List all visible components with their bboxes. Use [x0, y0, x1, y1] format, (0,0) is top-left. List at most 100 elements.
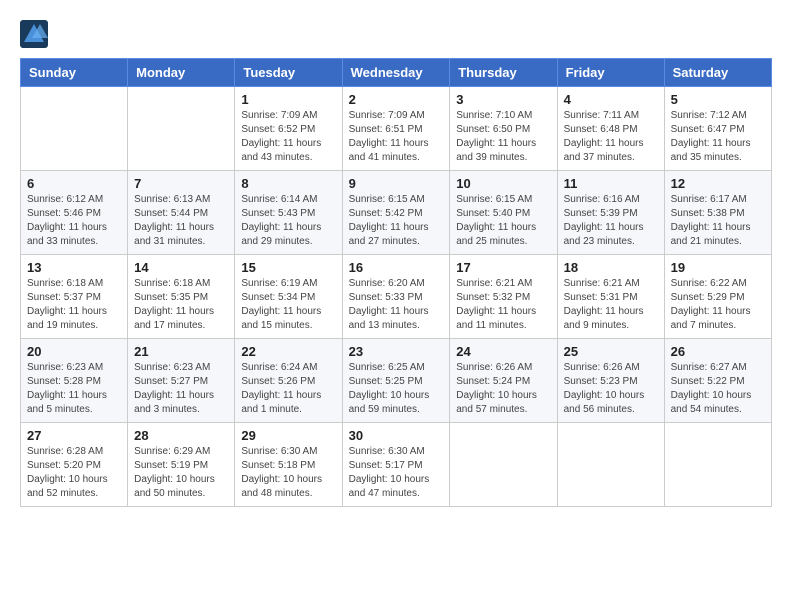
- day-number: 7: [134, 176, 228, 191]
- day-cell: 6Sunrise: 6:12 AM Sunset: 5:46 PM Daylig…: [21, 171, 128, 255]
- day-number: 12: [671, 176, 765, 191]
- day-cell: 8Sunrise: 6:14 AM Sunset: 5:43 PM Daylig…: [235, 171, 342, 255]
- day-number: 20: [27, 344, 121, 359]
- day-cell: 20 Sunrise: 6:23 AM Sunset: 5:28 PM Dayli…: [21, 339, 128, 423]
- day-number: 15: [241, 260, 335, 275]
- day-cell: 26 Sunrise: 6:27 AM Sunset: 5:22 PM Dayli…: [664, 339, 771, 423]
- logo: [20, 20, 52, 48]
- day-number: 1: [241, 92, 335, 107]
- calendar-week-row: 20 Sunrise: 6:23 AM Sunset: 5:28 PM Dayli…: [21, 339, 772, 423]
- day-cell: 18 Sunrise: 6:21 AM Sunset: 5:31 PM Dayli…: [557, 255, 664, 339]
- day-number: 3: [456, 92, 550, 107]
- day-info: Sunrise: 7:09 AM Sunset: 6:51 PM Dayligh…: [349, 109, 444, 165]
- day-info: Sunrise: 6:26 AM Sunset: 5:23 PM Dayligh…: [564, 361, 658, 417]
- day-number: 8: [241, 176, 335, 191]
- day-info: Sunrise: 6:29 AM Sunset: 5:19 PM Dayligh…: [134, 445, 228, 501]
- day-cell: 29 Sunrise: 6:30 AM Sunset: 5:18 PM Dayli…: [235, 423, 342, 507]
- column-header-monday: Monday: [128, 59, 235, 87]
- column-header-saturday: Saturday: [664, 59, 771, 87]
- day-number: 22: [241, 344, 335, 359]
- day-number: 13: [27, 260, 121, 275]
- day-info: Sunrise: 6:19 AM Sunset: 5:34 PM Dayligh…: [241, 277, 335, 333]
- day-info: Sunrise: 6:22 AM Sunset: 5:29 PM Dayligh…: [671, 277, 765, 333]
- column-header-sunday: Sunday: [21, 59, 128, 87]
- day-number: 23: [349, 344, 444, 359]
- day-cell: 12 Sunrise: 6:17 AM Sunset: 5:38 PM Dayli…: [664, 171, 771, 255]
- calendar-table: SundayMondayTuesdayWednesdayThursdayFrid…: [20, 58, 772, 507]
- day-cell: 28Sunrise: 6:29 AM Sunset: 5:19 PM Dayli…: [128, 423, 235, 507]
- calendar-header-row: SundayMondayTuesdayWednesdayThursdayFrid…: [21, 59, 772, 87]
- day-cell: 27 Sunrise: 6:28 AM Sunset: 5:20 PM Dayli…: [21, 423, 128, 507]
- day-info: Sunrise: 6:17 AM Sunset: 5:38 PM Dayligh…: [671, 193, 765, 249]
- empty-cell: [664, 423, 771, 507]
- day-cell: 19 Sunrise: 6:22 AM Sunset: 5:29 PM Dayli…: [664, 255, 771, 339]
- day-cell: 25 Sunrise: 6:26 AM Sunset: 5:23 PM Dayli…: [557, 339, 664, 423]
- day-number: 9: [349, 176, 444, 191]
- day-info: Sunrise: 6:16 AM Sunset: 5:39 PM Dayligh…: [564, 193, 658, 249]
- day-cell: 16 Sunrise: 6:20 AM Sunset: 5:33 PM Dayli…: [342, 255, 450, 339]
- day-cell: 2 Sunrise: 7:09 AM Sunset: 6:51 PM Daylig…: [342, 87, 450, 171]
- empty-cell: [557, 423, 664, 507]
- day-info: Sunrise: 6:15 AM Sunset: 5:42 PM Dayligh…: [349, 193, 444, 249]
- logo-icon: [20, 20, 48, 48]
- day-info: Sunrise: 6:20 AM Sunset: 5:33 PM Dayligh…: [349, 277, 444, 333]
- day-cell: 9 Sunrise: 6:15 AM Sunset: 5:42 PM Daylig…: [342, 171, 450, 255]
- day-cell: 21Sunrise: 6:23 AM Sunset: 5:27 PM Dayli…: [128, 339, 235, 423]
- day-number: 17: [456, 260, 550, 275]
- empty-cell: [128, 87, 235, 171]
- column-header-tuesday: Tuesday: [235, 59, 342, 87]
- day-info: Sunrise: 6:18 AM Sunset: 5:35 PM Dayligh…: [134, 277, 228, 333]
- day-number: 24: [456, 344, 550, 359]
- day-info: Sunrise: 7:09 AM Sunset: 6:52 PM Dayligh…: [241, 109, 335, 165]
- day-info: Sunrise: 6:25 AM Sunset: 5:25 PM Dayligh…: [349, 361, 444, 417]
- day-info: Sunrise: 6:13 AM Sunset: 5:44 PM Dayligh…: [134, 193, 228, 249]
- column-header-wednesday: Wednesday: [342, 59, 450, 87]
- day-number: 25: [564, 344, 658, 359]
- day-cell: 23 Sunrise: 6:25 AM Sunset: 5:25 PM Dayli…: [342, 339, 450, 423]
- day-info: Sunrise: 6:30 AM Sunset: 5:17 PM Dayligh…: [349, 445, 444, 501]
- day-number: 6: [27, 176, 121, 191]
- day-cell: 30 Sunrise: 6:30 AM Sunset: 5:17 PM Dayli…: [342, 423, 450, 507]
- day-info: Sunrise: 6:24 AM Sunset: 5:26 PM Dayligh…: [241, 361, 335, 417]
- day-number: 26: [671, 344, 765, 359]
- day-cell: 17 Sunrise: 6:21 AM Sunset: 5:32 PM Dayli…: [450, 255, 557, 339]
- day-info: Sunrise: 6:21 AM Sunset: 5:32 PM Dayligh…: [456, 277, 550, 333]
- column-header-friday: Friday: [557, 59, 664, 87]
- day-number: 18: [564, 260, 658, 275]
- calendar-week-row: 6Sunrise: 6:12 AM Sunset: 5:46 PM Daylig…: [21, 171, 772, 255]
- day-cell: 3 Sunrise: 7:10 AM Sunset: 6:50 PM Daylig…: [450, 87, 557, 171]
- day-number: 10: [456, 176, 550, 191]
- day-cell: 7 Sunrise: 6:13 AM Sunset: 5:44 PM Daylig…: [128, 171, 235, 255]
- calendar-week-row: 1 Sunrise: 7:09 AM Sunset: 6:52 PM Daylig…: [21, 87, 772, 171]
- column-header-thursday: Thursday: [450, 59, 557, 87]
- day-cell: 22 Sunrise: 6:24 AM Sunset: 5:26 PM Dayli…: [235, 339, 342, 423]
- day-info: Sunrise: 6:23 AM Sunset: 5:28 PM Dayligh…: [27, 361, 121, 417]
- calendar-week-row: 27 Sunrise: 6:28 AM Sunset: 5:20 PM Dayli…: [21, 423, 772, 507]
- day-info: Sunrise: 6:15 AM Sunset: 5:40 PM Dayligh…: [456, 193, 550, 249]
- day-cell: 1 Sunrise: 7:09 AM Sunset: 6:52 PM Daylig…: [235, 87, 342, 171]
- day-info: Sunrise: 6:28 AM Sunset: 5:20 PM Dayligh…: [27, 445, 121, 501]
- day-number: 2: [349, 92, 444, 107]
- day-number: 30: [349, 428, 444, 443]
- day-info: Sunrise: 6:26 AM Sunset: 5:24 PM Dayligh…: [456, 361, 550, 417]
- day-number: 29: [241, 428, 335, 443]
- day-number: 4: [564, 92, 658, 107]
- day-info: Sunrise: 7:10 AM Sunset: 6:50 PM Dayligh…: [456, 109, 550, 165]
- day-info: Sunrise: 6:30 AM Sunset: 5:18 PM Dayligh…: [241, 445, 335, 501]
- day-info: Sunrise: 7:12 AM Sunset: 6:47 PM Dayligh…: [671, 109, 765, 165]
- day-info: Sunrise: 6:27 AM Sunset: 5:22 PM Dayligh…: [671, 361, 765, 417]
- day-cell: 5Sunrise: 7:12 AM Sunset: 6:47 PM Daylig…: [664, 87, 771, 171]
- empty-cell: [450, 423, 557, 507]
- day-number: 27: [27, 428, 121, 443]
- day-number: 19: [671, 260, 765, 275]
- day-cell: 11Sunrise: 6:16 AM Sunset: 5:39 PM Dayli…: [557, 171, 664, 255]
- day-cell: 24 Sunrise: 6:26 AM Sunset: 5:24 PM Dayli…: [450, 339, 557, 423]
- page-header: [20, 20, 772, 48]
- day-number: 16: [349, 260, 444, 275]
- day-number: 14: [134, 260, 228, 275]
- empty-cell: [21, 87, 128, 171]
- day-info: Sunrise: 6:21 AM Sunset: 5:31 PM Dayligh…: [564, 277, 658, 333]
- day-cell: 10 Sunrise: 6:15 AM Sunset: 5:40 PM Dayli…: [450, 171, 557, 255]
- day-info: Sunrise: 6:18 AM Sunset: 5:37 PM Dayligh…: [27, 277, 121, 333]
- day-cell: 13 Sunrise: 6:18 AM Sunset: 5:37 PM Dayli…: [21, 255, 128, 339]
